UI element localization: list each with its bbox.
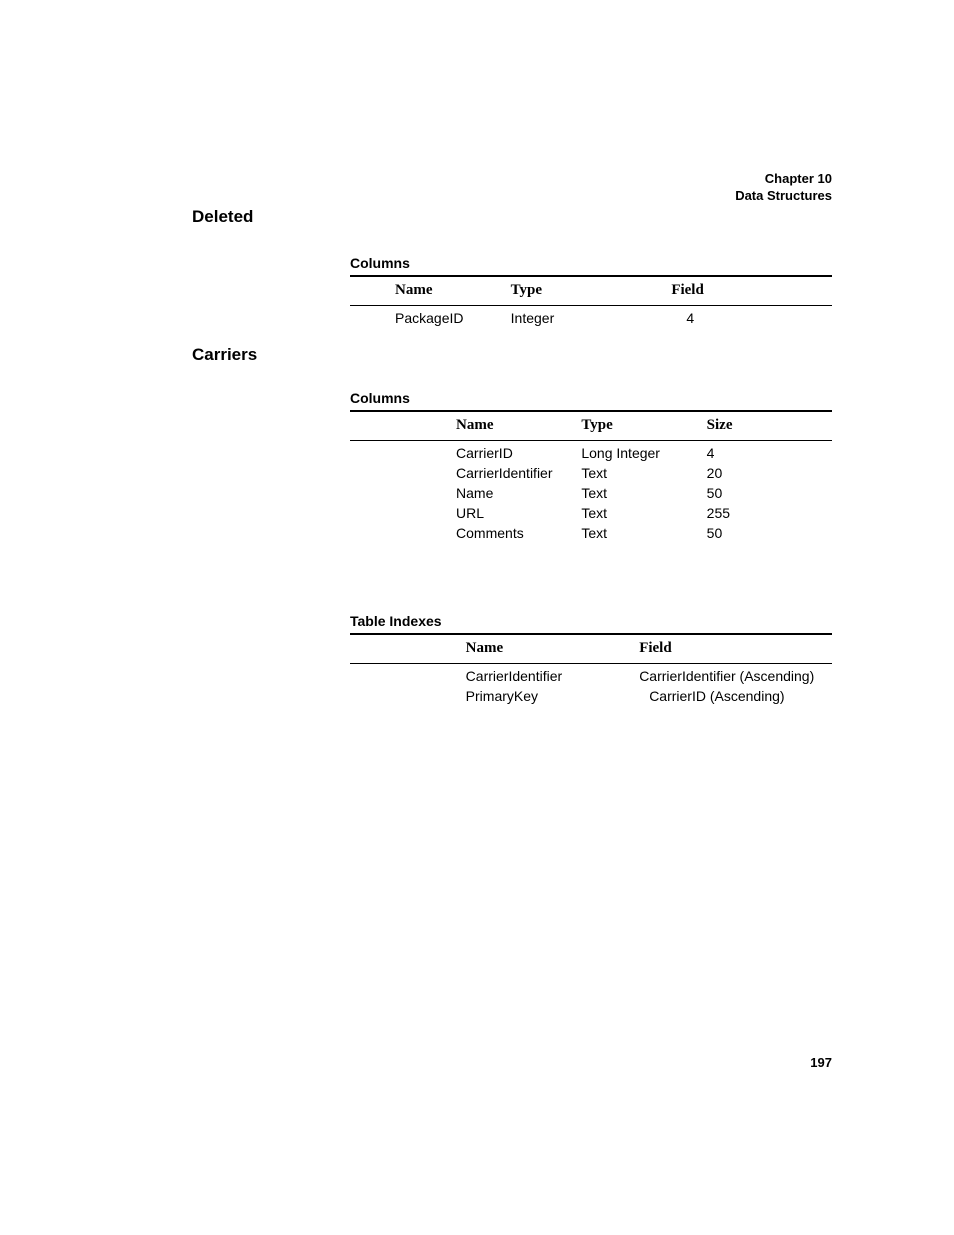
table-row: CarrierID Long Integer 4 — [350, 443, 832, 463]
table-row: CarrierIdentifier CarrierIdentifier (Asc… — [350, 666, 832, 686]
cell-size: 20 — [707, 463, 832, 483]
carriers-columns-table: Name Type Size CarrierID Long Integer 4 … — [350, 415, 832, 543]
carriers-columns-block: Columns Name Type Size CarrierID Long In… — [350, 390, 832, 543]
section-heading-deleted: Deleted — [192, 207, 253, 227]
cell-type: Text — [581, 503, 706, 523]
col-type: Type — [511, 280, 672, 301]
table-row: Name Text 50 — [350, 483, 832, 503]
cell-size: 50 — [707, 483, 832, 503]
cell-name: Name — [456, 483, 581, 503]
chapter-label: Chapter 10 — [735, 170, 832, 187]
table-row: PrimaryKey CarrierID (Ascending) — [350, 686, 832, 706]
cell-field: CarrierIdentifier (Ascending) — [639, 666, 832, 686]
deleted-columns-label: Columns — [350, 255, 832, 271]
cell-name: PrimaryKey — [466, 686, 640, 706]
deleted-columns-block: Columns Name Type Field PackageID Intege… — [350, 255, 832, 328]
page-header: Chapter 10 Data Structures — [735, 170, 832, 204]
section-heading-carriers: Carriers — [192, 345, 257, 365]
table-header-row: Name Type Size — [350, 415, 832, 436]
table-row: CarrierIdentifier Text 20 — [350, 463, 832, 483]
cell-name: URL — [456, 503, 581, 523]
col-field: Field — [639, 638, 832, 659]
cell-type: Long Integer — [581, 443, 706, 463]
col-name: Name — [456, 415, 581, 436]
cell-name: CarrierIdentifier — [456, 463, 581, 483]
carriers-indexes-block: Table Indexes Name Field CarrierIdentifi… — [350, 613, 832, 706]
cell-size: 4 — [707, 443, 832, 463]
col-name: Name — [466, 638, 640, 659]
cell-type: Text — [581, 523, 706, 543]
carriers-indexes-table: Name Field CarrierIdentifier CarrierIden… — [350, 638, 832, 706]
cell-type: Text — [581, 463, 706, 483]
col-name: Name — [350, 280, 511, 301]
deleted-columns-table: Name Type Field PackageID Integer 4 — [350, 280, 832, 328]
page-number: 197 — [810, 1055, 832, 1070]
cell-size: 255 — [707, 503, 832, 523]
col-size: Size — [707, 415, 832, 436]
col-field: Field — [671, 280, 832, 301]
table-header-row: Name Type Field — [350, 280, 832, 301]
cell-name: CarrierIdentifier — [466, 666, 640, 686]
chapter-title: Data Structures — [735, 187, 832, 204]
cell-name: Comments — [456, 523, 581, 543]
col-type: Type — [581, 415, 706, 436]
table-row: URL Text 255 — [350, 503, 832, 523]
carriers-columns-label: Columns — [350, 390, 832, 406]
cell-field: 4 — [671, 308, 832, 328]
cell-name: CarrierID — [456, 443, 581, 463]
table-row: PackageID Integer 4 — [350, 308, 832, 328]
carriers-indexes-label: Table Indexes — [350, 613, 832, 629]
cell-type: Integer — [511, 308, 672, 328]
cell-name: PackageID — [350, 308, 511, 328]
cell-field: CarrierID (Ascending) — [639, 686, 832, 706]
cell-size: 50 — [707, 523, 832, 543]
table-row: Comments Text 50 — [350, 523, 832, 543]
cell-type: Text — [581, 483, 706, 503]
table-header-row: Name Field — [350, 638, 832, 659]
